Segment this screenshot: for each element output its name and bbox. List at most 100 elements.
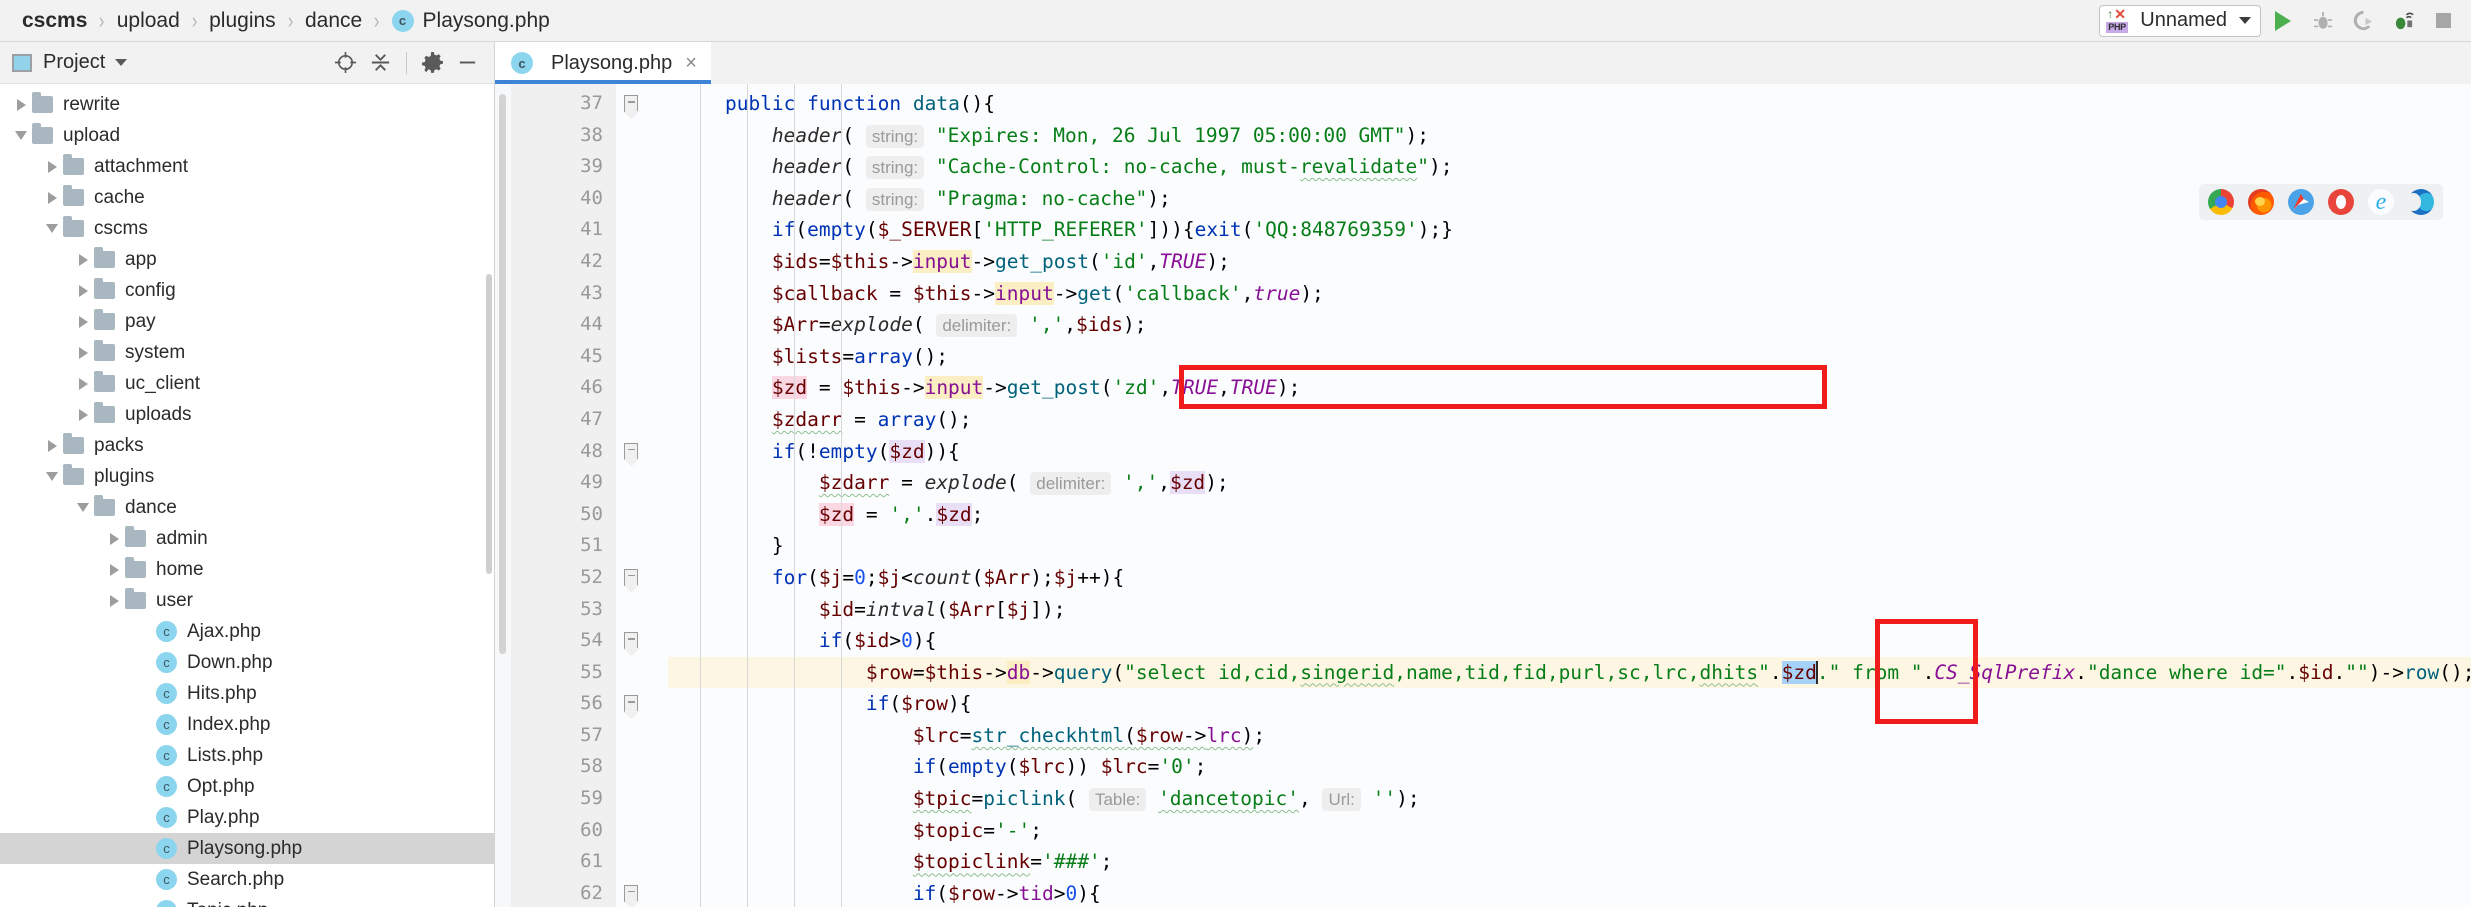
debug-button[interactable] xyxy=(2305,3,2341,39)
opera-icon[interactable] xyxy=(2328,189,2354,215)
tree-item-hits-php[interactable]: c Hits.php xyxy=(0,678,494,709)
code-fold-icon[interactable] xyxy=(624,884,638,901)
code-line[interactable]: $tpic=piclink( Table: 'dancetopic', Url:… xyxy=(668,783,2471,815)
code-fold-icon[interactable] xyxy=(624,95,638,111)
code-line[interactable]: $Arr=explode( delimiter: ',',$ids); xyxy=(668,309,2471,341)
breadcrumb-item-plugins[interactable]: plugins xyxy=(209,9,276,33)
breadcrumb-item-dance[interactable]: dance xyxy=(305,9,362,33)
tree-item-admin[interactable]: admin xyxy=(0,523,494,554)
tree-item-topic-php[interactable]: c Topic.php xyxy=(0,895,494,907)
tree-toggle[interactable] xyxy=(103,532,125,545)
settings-button[interactable] xyxy=(416,46,449,79)
close-icon[interactable]: × xyxy=(685,52,697,75)
scrollbar-thumb[interactable] xyxy=(486,274,492,574)
tree-item-uc-client[interactable]: uc_client xyxy=(0,368,494,399)
scrollbar-thumb[interactable] xyxy=(499,94,506,654)
tree-item-rewrite[interactable]: rewrite xyxy=(0,89,494,120)
tab-playsong-php[interactable]: c Playsong.php × xyxy=(495,42,711,84)
code-line[interactable]: $ids=$this->input->get_post('id',TRUE); xyxy=(668,246,2471,278)
code-line[interactable]: if(!empty($zd)){ xyxy=(668,436,2471,468)
tree-item-upload[interactable]: upload xyxy=(0,120,494,151)
safari-icon[interactable] xyxy=(2288,189,2314,215)
locate-file-button[interactable] xyxy=(329,46,362,79)
tree-item-app[interactable]: app xyxy=(0,244,494,275)
tree-item-uploads[interactable]: uploads xyxy=(0,399,494,430)
tree-item-cscms[interactable]: cscms xyxy=(0,213,494,244)
edge-icon[interactable] xyxy=(2406,189,2434,215)
code-line[interactable]: if($row){ xyxy=(668,688,2471,720)
tree-item-user[interactable]: user xyxy=(0,585,494,616)
code-fold-icon[interactable] xyxy=(624,632,638,649)
code-line[interactable]: $row=$this->db->query("select id,cid,sin… xyxy=(668,656,2471,689)
sidebar-scrollbar[interactable] xyxy=(484,84,494,907)
code-line[interactable]: header( string: "Expires: Mon, 26 Jul 19… xyxy=(668,120,2471,152)
tree-toggle[interactable] xyxy=(103,594,125,607)
code-line[interactable]: $lrc=str_checkhtml($row->lrc); xyxy=(668,720,2471,752)
code-line[interactable]: $topic='-'; xyxy=(668,815,2471,847)
tree-item-ajax-php[interactable]: c Ajax.php xyxy=(0,616,494,647)
tree-item-play-php[interactable]: c Play.php xyxy=(0,802,494,833)
code-line[interactable]: $topiclink='###'; xyxy=(668,846,2471,878)
code-line[interactable]: $zdarr = array(); xyxy=(668,404,2471,436)
tree-toggle[interactable] xyxy=(41,224,63,233)
tree-item-plugins[interactable]: plugins xyxy=(0,461,494,492)
tree-item-dance[interactable]: dance xyxy=(0,492,494,523)
code-fold-icon[interactable] xyxy=(624,442,638,459)
tree-item-config[interactable]: config xyxy=(0,275,494,306)
code-line[interactable]: public function data(){ xyxy=(668,88,2471,120)
tree-item-down-php[interactable]: c Down.php xyxy=(0,647,494,678)
tree-item-playsong-php[interactable]: c Playsong.php xyxy=(0,833,494,864)
chevron-down-icon[interactable] xyxy=(115,59,128,66)
code-line[interactable]: header( string: "Cache-Control: no-cache… xyxy=(668,151,2471,183)
breadcrumb-item-playsong[interactable]: Playsong.php xyxy=(423,9,550,33)
tree-item-cache[interactable]: cache xyxy=(0,182,494,213)
firefox-icon[interactable] xyxy=(2248,189,2274,215)
code-line[interactable]: for($j=0;$j<count($Arr);$j++){ xyxy=(668,562,2471,594)
tree-toggle[interactable] xyxy=(41,160,63,173)
tree-toggle[interactable] xyxy=(10,98,32,111)
tree-toggle[interactable] xyxy=(41,472,63,481)
code-line[interactable]: if($row->tid>0){ xyxy=(668,878,2471,907)
editor-scrollbar[interactable] xyxy=(495,84,511,907)
breadcrumb-item-cscms[interactable]: cscms xyxy=(22,9,87,33)
code-fold-icon[interactable] xyxy=(624,568,638,585)
code-line[interactable]: if($id>0){ xyxy=(668,625,2471,657)
tree-toggle[interactable] xyxy=(72,253,94,266)
internet-explorer-icon[interactable]: e xyxy=(2368,189,2394,215)
stop-button[interactable] xyxy=(2425,3,2461,39)
code-line[interactable]: $zdarr = explode( delimiter: ',',$zd); xyxy=(668,467,2471,499)
tree-toggle[interactable] xyxy=(72,408,94,421)
code-line[interactable]: if(empty($lrc)) $lrc='0'; xyxy=(668,751,2471,783)
hide-panel-button[interactable] xyxy=(451,46,484,79)
profile-button[interactable] xyxy=(2385,3,2421,39)
collapse-all-button[interactable] xyxy=(364,46,397,79)
code-line[interactable]: $callback = $this->input->get('callback'… xyxy=(668,278,2471,310)
tree-toggle[interactable] xyxy=(72,315,94,328)
tree-item-system[interactable]: system xyxy=(0,337,494,368)
code-line[interactable]: $zd = ','.$zd; xyxy=(668,499,2471,531)
code-line[interactable]: $id=intval($Arr[$j]); xyxy=(668,594,2471,626)
code-line[interactable]: $zd = $this->input->get_post('zd',TRUE,T… xyxy=(668,372,2471,404)
run-button[interactable] xyxy=(2265,3,2301,39)
tree-item-pay[interactable]: pay xyxy=(0,306,494,337)
tree-toggle[interactable] xyxy=(72,503,94,512)
tree-toggle[interactable] xyxy=(72,284,94,297)
tree-toggle[interactable] xyxy=(41,439,63,452)
code-line[interactable]: } xyxy=(668,530,2471,562)
tree-item-packs[interactable]: packs xyxy=(0,430,494,461)
run-configuration-selector[interactable]: ↑ ✕ PHP Unnamed xyxy=(2099,4,2261,37)
tree-toggle[interactable] xyxy=(72,377,94,390)
tree-item-lists-php[interactable]: c Lists.php xyxy=(0,740,494,771)
project-tree[interactable]: rewrite upload attachment cache cscms app conf… xyxy=(0,84,494,907)
tree-toggle[interactable] xyxy=(10,131,32,140)
tree-toggle[interactable] xyxy=(41,191,63,204)
tree-toggle[interactable] xyxy=(103,563,125,576)
tree-toggle[interactable] xyxy=(72,346,94,359)
breadcrumb-item-upload[interactable]: upload xyxy=(117,9,180,33)
tree-item-index-php[interactable]: c Index.php xyxy=(0,709,494,740)
chrome-icon[interactable] xyxy=(2208,189,2234,215)
code-fold-icon[interactable] xyxy=(624,695,638,712)
run-with-coverage-button[interactable] xyxy=(2345,3,2381,39)
code-line[interactable]: $lists=array(); xyxy=(668,341,2471,373)
tree-item-home[interactable]: home xyxy=(0,554,494,585)
